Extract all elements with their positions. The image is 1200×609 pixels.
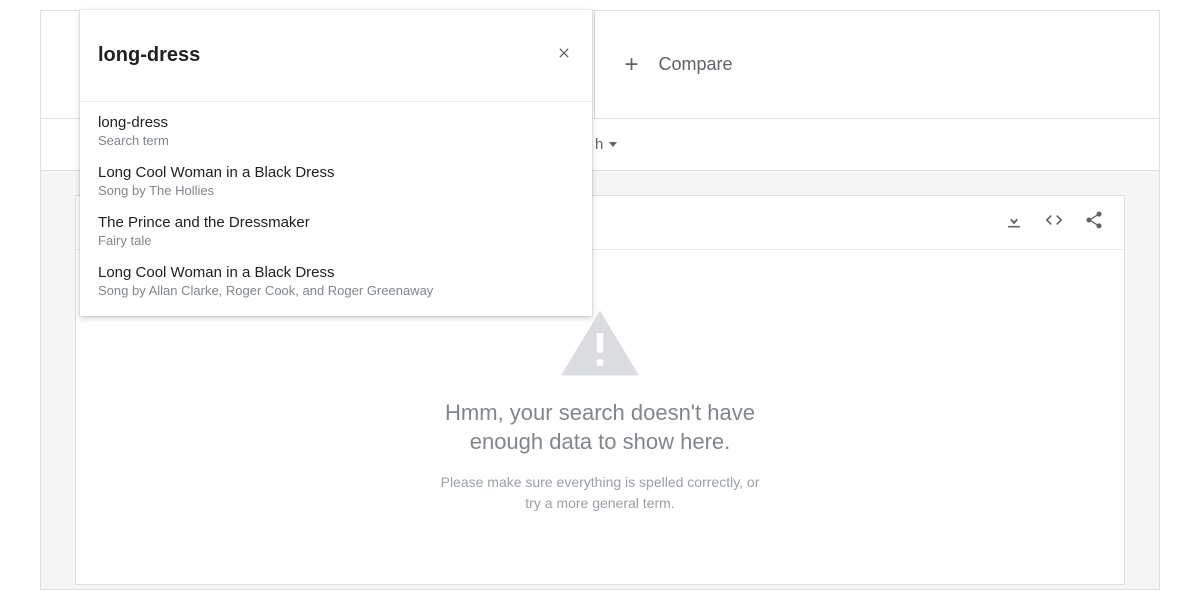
suggestion-item[interactable]: The Prince and the Dressmaker Fairy tale (80, 206, 592, 256)
compare-label: Compare (659, 54, 733, 75)
suggestion-item[interactable]: Long Cool Woman in a Black Dress Song by… (80, 156, 592, 206)
filter-dropdown[interactable]: h (595, 136, 617, 153)
suggestion-item[interactable]: Long Cool Woman in a Black Dress Song by… (80, 256, 592, 306)
suggestion-title: Long Cool Woman in a Black Dress (98, 264, 574, 281)
search-input-wrap (80, 10, 592, 102)
suggestions-list: long-dress Search term Long Cool Woman i… (80, 102, 592, 316)
suggestion-title: long-dress (98, 114, 574, 131)
warning-icon (561, 310, 639, 381)
suggestion-subtitle: Fairy tale (98, 233, 574, 248)
empty-title-line2: enough data to show here. (470, 429, 731, 454)
search-input[interactable] (98, 44, 544, 67)
download-icon[interactable] (1004, 210, 1024, 235)
chevron-down-icon (609, 142, 617, 147)
clear-button[interactable] (554, 46, 574, 66)
plus-icon: + (625, 51, 639, 79)
empty-subtitle: Please make sure everything is spelled c… (441, 472, 760, 514)
empty-sub-line2: try a more general term. (525, 495, 674, 511)
suggestion-title: The Prince and the Dressmaker (98, 214, 574, 231)
compare-cell[interactable]: + Compare (595, 11, 1160, 118)
share-icon[interactable] (1084, 210, 1104, 235)
suggestion-subtitle: Search term (98, 133, 574, 148)
empty-title: Hmm, your search doesn't have enough dat… (445, 399, 755, 456)
suggestion-item[interactable]: long-dress Search term (80, 106, 592, 156)
close-icon (556, 45, 572, 66)
empty-sub-line1: Please make sure everything is spelled c… (441, 474, 760, 490)
suggestion-title: Long Cool Woman in a Black Dress (98, 164, 574, 181)
empty-title-line1: Hmm, your search doesn't have (445, 400, 755, 425)
search-overlay: long-dress Search term Long Cool Woman i… (80, 10, 592, 316)
filter-text-fragment: h (595, 136, 603, 153)
suggestion-subtitle: Song by Allan Clarke, Roger Cook, and Ro… (98, 283, 574, 298)
suggestion-subtitle: Song by The Hollies (98, 183, 574, 198)
embed-icon[interactable] (1044, 210, 1064, 235)
